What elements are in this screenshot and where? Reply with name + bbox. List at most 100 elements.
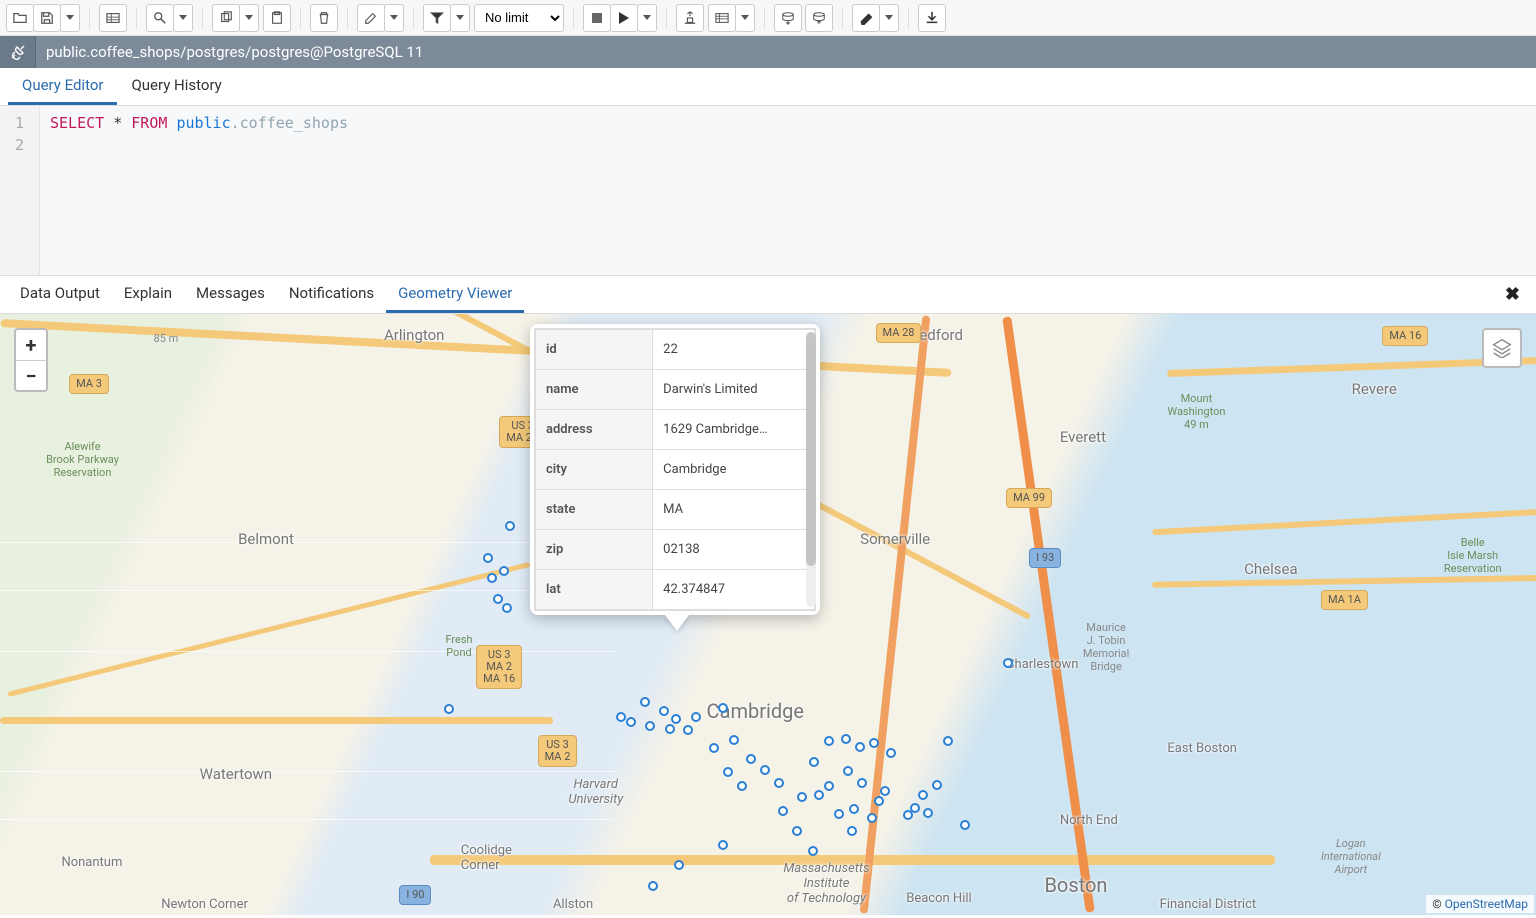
execute-dropdown[interactable]	[637, 4, 657, 32]
map-marker[interactable]	[910, 803, 920, 813]
map-marker[interactable]	[1003, 658, 1013, 668]
save-dropdown[interactable]	[60, 4, 80, 32]
tab-query-editor[interactable]: Query Editor	[8, 68, 117, 105]
map-marker[interactable]	[824, 736, 834, 746]
map-marker[interactable]	[760, 765, 770, 775]
map-marker[interactable]	[774, 778, 784, 788]
zoom-in-button[interactable]: +	[16, 330, 46, 360]
map-marker[interactable]	[483, 553, 493, 563]
map-marker[interactable]	[943, 736, 953, 746]
code-area[interactable]: SELECT * FROM public.coffee_shops	[40, 106, 1536, 275]
map-marker[interactable]	[809, 757, 819, 767]
explain-analyze-button[interactable]	[708, 4, 736, 32]
map-marker[interactable]	[640, 697, 650, 707]
save-button[interactable]	[33, 4, 61, 32]
map-marker[interactable]	[847, 826, 857, 836]
find-button[interactable]	[146, 4, 174, 32]
map-marker[interactable]	[444, 704, 454, 714]
map-marker[interactable]	[674, 860, 684, 870]
map-marker[interactable]	[671, 714, 681, 724]
map-marker[interactable]	[886, 748, 896, 758]
map-marker[interactable]	[626, 717, 636, 727]
map-marker[interactable]	[808, 846, 818, 856]
layers-button[interactable]	[1482, 328, 1522, 368]
map-marker[interactable]	[932, 780, 942, 790]
map-marker[interactable]	[923, 808, 933, 818]
execute-button[interactable]	[610, 4, 638, 32]
map-marker[interactable]	[918, 790, 928, 800]
map-marker[interactable]	[691, 712, 701, 722]
limit-select[interactable]: No limit	[474, 4, 564, 32]
map-marker[interactable]	[843, 766, 853, 776]
map-marker[interactable]	[616, 712, 626, 722]
map-marker[interactable]	[502, 603, 512, 613]
geometry-map[interactable]: Arlington Belmont Watertown Cambridge No…	[0, 314, 1536, 915]
map-marker[interactable]	[746, 754, 756, 764]
paste-button[interactable]	[263, 4, 291, 32]
map-marker[interactable]	[718, 703, 728, 713]
clear-button[interactable]	[852, 4, 880, 32]
map-marker[interactable]	[874, 796, 884, 806]
tab-messages[interactable]: Messages	[184, 276, 277, 313]
map-marker[interactable]	[683, 725, 693, 735]
map-marker[interactable]	[665, 724, 675, 734]
map-marker[interactable]	[869, 738, 879, 748]
feature-popup[interactable]: id22nameDarwin's Limitedaddress1629 Camb…	[530, 324, 820, 615]
connection-path[interactable]: public.coffee_shops/postgres/postgres@Po…	[36, 43, 433, 61]
map-marker[interactable]	[857, 778, 867, 788]
map-marker[interactable]	[960, 820, 970, 830]
tab-explain[interactable]: Explain	[112, 276, 184, 313]
map-marker[interactable]	[723, 767, 733, 777]
explain-button[interactable]	[676, 4, 704, 32]
map-marker[interactable]	[493, 594, 503, 604]
map-marker[interactable]	[867, 813, 877, 823]
map-marker[interactable]	[849, 804, 859, 814]
map-marker[interactable]	[645, 721, 655, 731]
clear-dropdown[interactable]	[879, 4, 899, 32]
map-marker[interactable]	[792, 826, 802, 836]
map-marker[interactable]	[718, 840, 728, 850]
explain-analyze-dropdown[interactable]	[735, 4, 755, 32]
map-marker[interactable]	[505, 521, 515, 531]
tab-notifications[interactable]: Notifications	[277, 276, 386, 313]
filter-dropdown[interactable]	[450, 4, 470, 32]
find-dropdown[interactable]	[173, 4, 193, 32]
map-marker[interactable]	[648, 881, 658, 891]
map-marker[interactable]	[499, 566, 509, 576]
edit-button[interactable]	[357, 4, 385, 32]
rollback-button[interactable]	[805, 4, 833, 32]
tab-data-output[interactable]: Data Output	[8, 276, 112, 313]
edit-grid-button[interactable]	[99, 4, 127, 32]
connection-status-icon[interactable]	[0, 36, 36, 68]
map-marker[interactable]	[824, 781, 834, 791]
map-marker[interactable]	[855, 742, 865, 752]
tab-query-history[interactable]: Query History	[117, 68, 235, 105]
map-marker[interactable]	[841, 734, 851, 744]
open-file-button[interactable]	[6, 4, 34, 32]
map-marker[interactable]	[778, 806, 788, 816]
popup-scrollbar[interactable]	[806, 332, 816, 607]
copy-button[interactable]	[212, 4, 240, 32]
map-marker[interactable]	[487, 573, 497, 583]
map-marker[interactable]	[729, 735, 739, 745]
map-marker[interactable]	[834, 809, 844, 819]
filter-button[interactable]	[423, 4, 451, 32]
sql-editor[interactable]: 1 2 SELECT * FROM public.coffee_shops	[0, 106, 1536, 276]
map-marker[interactable]	[737, 781, 747, 791]
map-marker[interactable]	[797, 792, 807, 802]
map-marker[interactable]	[659, 706, 669, 716]
tab-geometry-viewer[interactable]: Geometry Viewer	[386, 276, 524, 313]
copy-dropdown[interactable]	[239, 4, 259, 32]
close-panel-button[interactable]: ✖	[1497, 280, 1528, 309]
stop-button[interactable]	[583, 4, 611, 32]
map-marker[interactable]	[880, 786, 890, 796]
commit-button[interactable]	[774, 4, 802, 32]
popup-key: lat	[536, 570, 653, 610]
attribution-link[interactable]: OpenStreetMap	[1445, 897, 1528, 911]
edit-dropdown[interactable]	[384, 4, 404, 32]
map-marker[interactable]	[814, 790, 824, 800]
delete-button[interactable]	[310, 4, 338, 32]
zoom-out-button[interactable]: −	[16, 360, 46, 390]
download-button[interactable]	[918, 4, 946, 32]
map-marker[interactable]	[709, 743, 719, 753]
